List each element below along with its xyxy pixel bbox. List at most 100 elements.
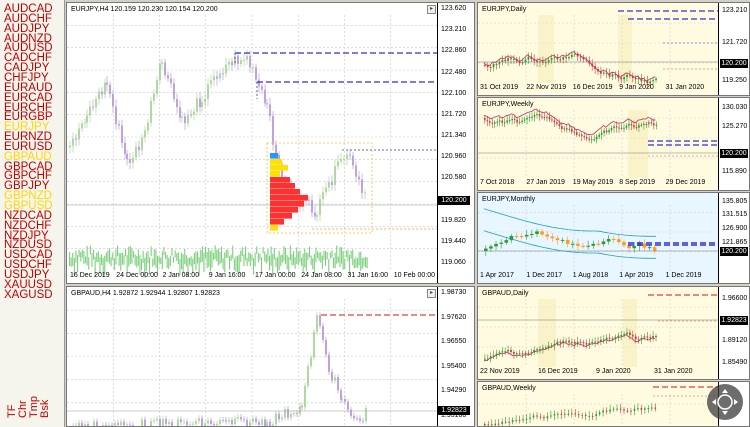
candle bbox=[654, 407, 657, 409]
candle bbox=[605, 410, 608, 412]
candle bbox=[525, 418, 528, 420]
volume-bar bbox=[216, 249, 218, 262]
candle bbox=[290, 413, 292, 418]
zoom-control[interactable] bbox=[707, 384, 743, 420]
gbpaud-daily-plot[interactable] bbox=[478, 287, 718, 379]
candle bbox=[106, 82, 108, 85]
volume-bar bbox=[184, 248, 186, 264]
price-axis: 1.98730 1.97620 1.96550 1.95400 1.94290 1.931… bbox=[437, 287, 474, 426]
volume-bar bbox=[233, 258, 235, 270]
chart-eurjpy-daily[interactable]: EURJPY,Daily 123.210 121.720 120.200 119.25… bbox=[477, 2, 750, 96]
volume-bar bbox=[237, 255, 239, 273]
volume-bar bbox=[182, 254, 184, 274]
candle bbox=[222, 73, 224, 75]
eurjpy-h4-plot[interactable] bbox=[67, 3, 437, 283]
volume-profile-bar bbox=[270, 219, 284, 225]
candle bbox=[550, 415, 552, 417]
chart-eurjpy-monthly[interactable]: EURJPY,Monthly 135.805 131.515 126.900 121.… bbox=[477, 192, 750, 284]
candle bbox=[237, 417, 239, 419]
candle bbox=[576, 243, 580, 246]
candle bbox=[102, 424, 104, 426]
candle bbox=[210, 80, 212, 85]
volume-bar bbox=[195, 251, 197, 271]
price-tick-label: 120.960 bbox=[441, 153, 467, 161]
candle bbox=[510, 349, 512, 352]
candle bbox=[484, 424, 486, 426]
candle bbox=[565, 340, 567, 342]
candle bbox=[196, 98, 198, 112]
chart-eurjpy-h4[interactable]: EURJPY,H4 120.159 120.230 120.154 120.20… bbox=[66, 2, 475, 284]
volume-profile-bar bbox=[270, 207, 298, 213]
chart-eurjpy-weekly[interactable]: EURJPY,Weekly 130.030 125.270 120.200 115.8… bbox=[477, 97, 750, 191]
volume-bar bbox=[211, 250, 213, 268]
candle bbox=[634, 77, 637, 80]
time-tick-label: 22 Nov 2019 bbox=[526, 84, 567, 91]
candle bbox=[179, 107, 181, 118]
candle bbox=[650, 122, 653, 124]
volume-bar bbox=[341, 247, 343, 264]
candle bbox=[358, 176, 360, 180]
chart-gbpaud-weekly[interactable]: GBPAUD,Weekly bbox=[477, 381, 750, 427]
volume-bar bbox=[262, 247, 264, 254]
volume-bar bbox=[302, 253, 304, 273]
candle bbox=[173, 83, 175, 99]
candle bbox=[491, 122, 494, 124]
candle bbox=[579, 341, 582, 343]
candle bbox=[588, 138, 590, 140]
candle bbox=[508, 421, 510, 423]
candle bbox=[115, 106, 117, 125]
candle bbox=[144, 419, 146, 426]
candle bbox=[121, 125, 123, 143]
volume-bar bbox=[110, 257, 112, 267]
volume-bar bbox=[291, 254, 293, 266]
candle bbox=[281, 417, 283, 420]
volume-bar bbox=[80, 252, 82, 262]
candle bbox=[243, 419, 245, 421]
candle bbox=[361, 179, 363, 193]
candle bbox=[653, 123, 655, 126]
volume-bar bbox=[286, 255, 288, 270]
time-tick-label: 22 Nov 2019 bbox=[480, 368, 520, 375]
candle bbox=[159, 418, 161, 426]
volume-bar bbox=[227, 249, 229, 258]
volume-bar bbox=[275, 257, 277, 267]
chart-gbpaud-h4[interactable]: GBPAUD,H4 1.92872 1.92944 1.92807 1.9282… bbox=[66, 286, 475, 427]
scroll-icon[interactable]: ▸ bbox=[427, 289, 436, 298]
candle bbox=[225, 420, 227, 422]
volume-bar bbox=[251, 254, 253, 261]
time-tick-label: 8 Sep 2019 bbox=[619, 179, 655, 186]
candle bbox=[319, 315, 321, 326]
candle bbox=[526, 118, 528, 120]
scroll-icon[interactable]: ▸ bbox=[427, 5, 436, 14]
candle bbox=[356, 418, 358, 420]
eurjpy-monthly-plot[interactable] bbox=[478, 193, 718, 283]
eurjpy-daily-plot[interactable] bbox=[478, 3, 718, 95]
gbpaud-h4-plot[interactable] bbox=[67, 287, 437, 426]
candle bbox=[617, 335, 620, 338]
candle bbox=[213, 423, 215, 426]
candle bbox=[187, 114, 189, 124]
vertical-label-bsk[interactable]: Bsk bbox=[39, 400, 51, 418]
chart-gbpaud-daily[interactable]: GBPAUD,Daily 1.96600 1.92823 1.89120 1.8549… bbox=[477, 286, 750, 380]
candle bbox=[584, 414, 587, 417]
symbol-xagusd[interactable]: XAGUSD bbox=[4, 289, 53, 301]
time-tick-label: 17 Jan 00:00 bbox=[255, 272, 296, 279]
candle bbox=[591, 341, 594, 343]
candle bbox=[231, 61, 233, 66]
candle bbox=[637, 339, 640, 341]
candle bbox=[114, 422, 116, 426]
candle bbox=[582, 342, 585, 344]
candle bbox=[524, 352, 527, 355]
candle bbox=[527, 56, 530, 60]
candle bbox=[652, 80, 654, 82]
volume-bar bbox=[160, 257, 162, 265]
candle bbox=[536, 349, 538, 351]
candle bbox=[618, 127, 620, 129]
eurjpy-weekly-plot[interactable] bbox=[478, 98, 718, 190]
volume-bar bbox=[169, 255, 171, 266]
time-tick-label: 10 Feb 00:00 bbox=[393, 272, 436, 279]
price-tick-label: 121.340 bbox=[441, 132, 467, 139]
price-tick-label: 121.720 bbox=[441, 110, 467, 118]
volume-bar bbox=[83, 251, 85, 264]
candle bbox=[598, 134, 600, 137]
